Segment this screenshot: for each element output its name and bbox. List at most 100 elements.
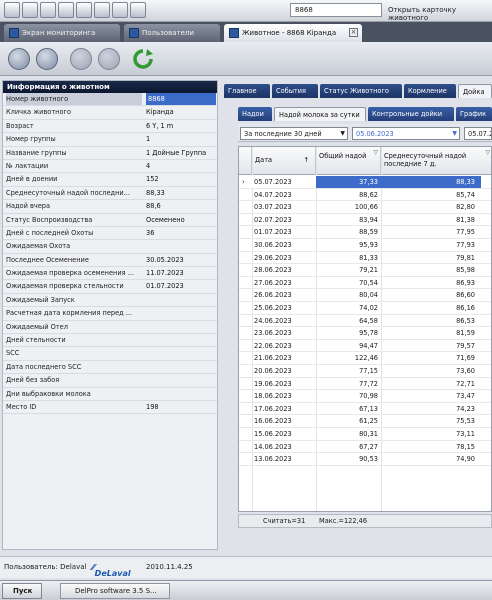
cell-avg: 85,74 xyxy=(456,190,475,199)
info-value: 30.05.2023 xyxy=(146,255,184,264)
home-icon[interactable] xyxy=(22,2,38,18)
tab-main[interactable]: Главное xyxy=(224,84,270,98)
tab-graph[interactable]: График xyxy=(456,107,492,121)
table-row[interactable]: 27.06.2023 70,54 86,93 xyxy=(239,277,491,290)
info-row[interactable]: Дней стельности xyxy=(3,334,217,348)
to-date-picker[interactable]: 05.07.2 xyxy=(464,127,492,140)
column-header-avg-yield[interactable]: Среднесуточный надой последние 7 д. ▽ xyxy=(381,147,491,175)
info-row[interactable]: Ожидаемая проверка стельности 01.07.2023 xyxy=(3,280,217,294)
table-row[interactable]: 19.06.2023 77,72 72,71 xyxy=(239,378,491,391)
info-row[interactable]: Номер животного 8868 xyxy=(3,93,217,107)
info-label: Ожидаемый Отел xyxy=(6,322,68,331)
chart-icon[interactable] xyxy=(76,2,92,18)
info-row[interactable]: Дней в доении 152 xyxy=(3,173,217,187)
from-date-picker[interactable]: 05.06.2023 ▼ xyxy=(352,127,460,140)
monitor-icon xyxy=(9,28,19,38)
table-row[interactable]: 21.06.2023 122,46 71,69 xyxy=(239,352,491,365)
arrow-down-icon[interactable] xyxy=(98,48,120,70)
table-row[interactable]: 04.07.2023 88,62 85,74 xyxy=(239,189,491,202)
table-row[interactable]: 24.06.2023 64,58 86,53 xyxy=(239,315,491,328)
tab-animal[interactable]: Животное - 8868 Кіранда × xyxy=(224,24,362,42)
column-header-total-yield[interactable]: Общий надой ▽ xyxy=(316,147,381,175)
table-row[interactable]: 14.06.2023 67,27 78,15 xyxy=(239,441,491,454)
info-row[interactable]: Возраст 6 Y, 1 m xyxy=(3,120,217,134)
table-row[interactable]: 02.07.2023 83,94 81,38 xyxy=(239,214,491,227)
info-row[interactable]: Ожидаемый Запуск xyxy=(3,294,217,308)
tab-animal-status[interactable]: Статус Животного xyxy=(320,84,402,98)
tab-label: Животное - 8868 Кіранда xyxy=(242,29,337,37)
table-row[interactable]: 25.06.2023 74,02 86,16 xyxy=(239,302,491,315)
table-row[interactable]: 15.06.2023 80,31 73,11 xyxy=(239,428,491,441)
tab-yields[interactable]: Надои xyxy=(238,107,272,121)
taskbar-app-delpro[interactable]: DelPro software 3.5 S... xyxy=(60,583,170,599)
status-bar: Пользователь: Delaval ⁄⁄ DeLaval 2010.11… xyxy=(0,556,492,578)
table-row[interactable]: 01.07.2023 88,59 77,95 xyxy=(239,226,491,239)
table-row[interactable]: 13.06.2023 90,53 74,90 xyxy=(239,453,491,466)
info-row[interactable]: Среднесуточный надой последни... 88,33 xyxy=(3,187,217,201)
cow-icon[interactable] xyxy=(40,2,56,18)
table-row[interactable]: 26.06.2023 80,04 86,60 xyxy=(239,289,491,302)
info-label: Расчетная дата кормления перед ... xyxy=(6,309,133,318)
period-select[interactable]: За последние 30 дней ▼ xyxy=(240,127,348,140)
tab-milking[interactable]: Дойка xyxy=(458,84,492,98)
info-row[interactable]: Дни выбраковки молока xyxy=(3,388,217,401)
info-row[interactable]: Кличка животного Кіранда xyxy=(3,106,217,120)
info-row[interactable]: Место ID 198 xyxy=(3,401,217,415)
cell-yield: 77,15 xyxy=(359,367,378,375)
table-row[interactable]: 23.06.2023 95,78 81,59 xyxy=(239,327,491,340)
filter-icon[interactable]: ▽ xyxy=(485,149,490,157)
tab-users[interactable]: Пользователи xyxy=(124,24,220,42)
back-icon[interactable] xyxy=(8,48,30,70)
tab-daily-yield[interactable]: Надой молока за сутки xyxy=(274,107,366,121)
info-row[interactable]: Дней с последней Охоты 36 xyxy=(3,227,217,241)
info-row[interactable]: Надой вчера 88,6 xyxy=(3,200,217,214)
tab-events[interactable]: События xyxy=(272,84,318,98)
filter-icon[interactable]: ▽ xyxy=(373,149,378,157)
start-button[interactable]: Пуск xyxy=(2,583,42,599)
monitor-icon[interactable] xyxy=(94,2,110,18)
list-icon[interactable] xyxy=(36,48,58,70)
info-row[interactable]: Последнее Осеменение 30.05.2023 xyxy=(3,254,217,268)
table-row[interactable]: 28.06.2023 79,21 85,98 xyxy=(239,264,491,277)
tab-control-milkings[interactable]: Контрольные дойки xyxy=(368,107,454,121)
info-row[interactable]: Ожидаемая проверка осеменения ... 11.07.2… xyxy=(3,267,217,281)
info-row[interactable]: Расчетная дата кормления перед ... xyxy=(3,307,217,321)
cell-avg: 86,93 xyxy=(456,278,475,287)
report-icon[interactable] xyxy=(112,2,128,18)
close-icon[interactable]: × xyxy=(349,28,358,37)
group-icon[interactable] xyxy=(58,2,74,18)
menu-icon[interactable] xyxy=(4,2,20,18)
tab-monitoring-screen[interactable]: Экран мониторинга xyxy=(4,24,120,42)
table-row[interactable]: 29.06.2023 81,33 79,81 xyxy=(239,252,491,265)
info-row[interactable]: Ожидаемый Отел xyxy=(3,321,217,335)
info-row[interactable]: № лактации 4 xyxy=(3,160,217,174)
cell-date: 30.06.2023 xyxy=(254,241,292,249)
table-row[interactable]: 22.06.2023 94,47 79,57 xyxy=(239,340,491,353)
row-indicator-header xyxy=(239,147,252,175)
info-row[interactable]: Номер группы 1 xyxy=(3,133,217,147)
table-row[interactable]: 20.06.2023 77,15 73,60 xyxy=(239,365,491,378)
info-row[interactable]: Статус Воспроизводства Осеменено xyxy=(3,214,217,227)
info-row[interactable]: Дней без забоя xyxy=(3,374,217,388)
info-row[interactable]: Ожидаемая Охота xyxy=(3,240,217,254)
table-row[interactable]: 16.06.2023 61,25 75,53 xyxy=(239,415,491,428)
refresh-icon[interactable] xyxy=(132,48,154,70)
cell-yield: 88,59 xyxy=(359,228,378,237)
info-row[interactable]: SCC xyxy=(3,347,217,361)
cell-date: 21.06.2023 xyxy=(254,354,292,363)
table-row[interactable]: 03.07.2023 100,66 82,80 xyxy=(239,201,491,214)
info-row[interactable]: Дата последнего SCC xyxy=(3,361,217,375)
table-row[interactable]: 17.06.2023 67,13 74,23 xyxy=(239,403,491,416)
animal-number-input[interactable]: 8868 xyxy=(290,3,382,17)
table-row[interactable]: 30.06.2023 95,93 77,93 xyxy=(239,239,491,252)
table-row[interactable]: › 05.07.2023 37,33 88,33 xyxy=(239,176,491,189)
arrow-up-icon[interactable] xyxy=(70,48,92,70)
tab-feeding[interactable]: Кормление xyxy=(404,84,456,98)
info-row[interactable]: Название группы 1 Дойные Группа xyxy=(3,147,217,160)
settings-icon[interactable] xyxy=(130,2,146,18)
table-row[interactable]: 18.06.2023 70,98 73,47 xyxy=(239,390,491,403)
open-animal-card-button[interactable]: Открыть карточку животного xyxy=(388,3,492,22)
cell-yield: 74,02 xyxy=(359,304,378,312)
info-panel-title: Информация о животном xyxy=(3,81,217,93)
column-header-date[interactable]: Дата ↑ xyxy=(252,147,316,175)
